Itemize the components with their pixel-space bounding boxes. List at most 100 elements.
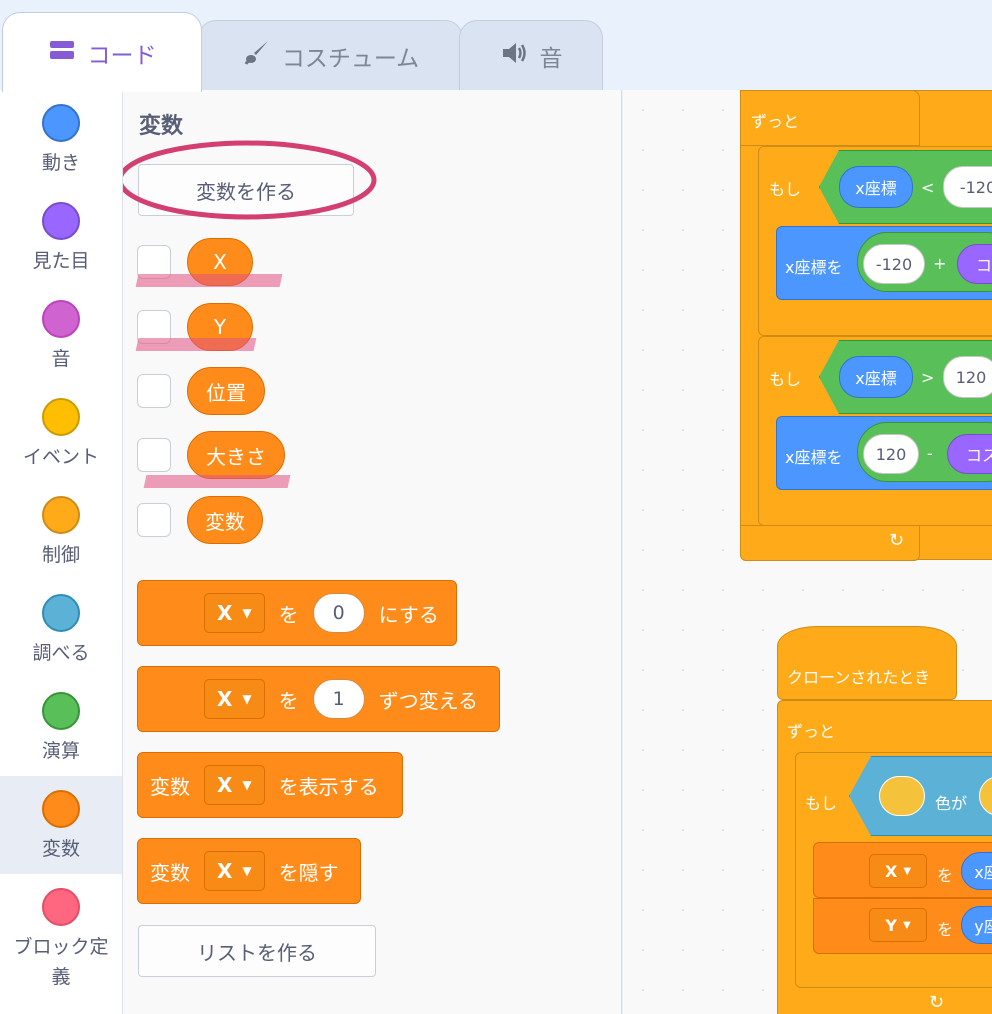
forever-label: ずっと [787,722,836,741]
variable-dropdown[interactable]: X ▼ [204,765,265,805]
category-operators[interactable]: 演算 [0,678,122,776]
operators-dot-icon [42,692,80,730]
loop-arrow-icon: ↻ [929,992,945,1013]
block-text: を [937,920,954,939]
variables-dot-icon [42,790,80,828]
variable-reporter-size[interactable]: 大きさ [187,431,285,479]
caret-down-icon: ▼ [242,864,252,878]
hide-variable-block[interactable]: 変数 X ▼ を隠す [137,838,361,904]
category-variables[interactable]: 変数 [0,776,122,874]
costume-reporter[interactable]: コス [957,244,992,284]
block-palette: 変数 変数を作る X Y 位置 大きさ 変数 X ▼ を 0 にする X ▼ を 1… [123,90,622,1014]
looks-dot-icon [42,202,80,240]
category-label: 見た目 [32,250,90,272]
x-position-reporter[interactable]: x座標 [839,356,913,398]
sound-dot-icon [42,300,80,338]
category-label: ブロック定義 [13,936,109,988]
value-input[interactable]: -120 [943,166,992,208]
tab-label: コード [87,42,157,69]
forever-label: ずっと [751,112,800,131]
value-input[interactable]: 120 [863,434,919,474]
value-input[interactable]: 1 [312,679,365,719]
show-variable-block[interactable]: 変数 X ▼ を表示する [137,752,403,818]
variable-reporter-position[interactable]: 位置 [187,367,265,415]
annotation-highlight [135,274,283,287]
category-label: 動き [41,152,80,174]
block-text: にする [378,602,439,627]
value-input[interactable]: 0 [312,593,365,633]
variable-dropdown[interactable]: X ▼ [204,679,265,719]
costume-reporter[interactable]: コス [947,434,992,474]
operator-symbol: + [933,254,947,273]
category-sensing[interactable]: 調べる [0,580,122,678]
block-text: ずつ変える [378,688,479,713]
x-position-reporter[interactable]: x座 [961,852,992,890]
operator-symbol: < [921,178,935,197]
block-text: を [937,866,954,885]
category-label: 演算 [41,740,80,762]
caret-down-icon: ▼ [903,865,912,877]
dropdown-value: Y [885,915,897,935]
category-motion[interactable]: 動き [0,90,122,188]
tab-label: コスチューム [281,45,420,72]
palette-title: 変数 [139,114,184,139]
my-blocks-dot-icon [42,888,80,926]
block-text: を隠す [278,860,339,885]
y-position-reporter[interactable]: y座 [961,906,992,944]
category-label: 制御 [41,544,80,566]
block-text: 変数 [150,774,190,799]
variable-dropdown[interactable]: X ▼ [869,854,927,888]
hat-label: クローンされたとき [787,668,931,687]
dropdown-value: X [884,861,898,881]
tab-sounds[interactable]: 音 [459,20,603,90]
variable-checkbox-variable[interactable] [137,503,171,537]
brush-icon [242,38,272,74]
if-label: もし [769,180,802,199]
block-text: 色が [935,794,968,813]
x-position-reporter[interactable]: x座標 [839,166,913,208]
category-sound[interactable]: 音 [0,286,122,384]
dropdown-value: X [217,859,233,883]
set-variable-block[interactable]: X ▼ を 0 にする [137,580,457,646]
category-looks[interactable]: 見た目 [0,188,122,286]
caret-down-icon: ▼ [242,778,252,792]
sensing-dot-icon [42,594,80,632]
block-text: 変数 [150,860,190,885]
code-area[interactable]: ずっと ↻ もし x座標 < -120 x座標を -120 + コス もし x座… [623,90,992,1014]
make-list-button[interactable]: リストを作る [138,925,376,977]
operator-symbol: - [927,444,933,463]
value-input[interactable]: 120 [943,356,992,398]
value-input[interactable]: -120 [863,244,925,284]
variable-reporter-variable[interactable]: 変数 [187,496,263,544]
block-text: を [278,688,299,713]
dropdown-value: X [217,601,233,625]
when-cloned-hat-block[interactable] [777,626,957,700]
category-label: 音 [51,348,71,370]
category-my-blocks[interactable]: ブロック定義 [0,874,122,994]
tab-label: 音 [539,45,563,72]
variable-checkbox-size[interactable] [137,438,171,472]
annotation-highlight [143,475,291,488]
annotation-ellipse [123,140,377,220]
category-label: 調べる [32,642,90,664]
tab-code[interactable]: コード [2,12,202,92]
speaker-icon [500,40,530,72]
code-icon [48,38,78,68]
events-dot-icon [42,398,80,436]
variable-dropdown[interactable]: Y ▼ [869,908,927,942]
change-variable-block[interactable]: X ▼ を 1 ずつ変える [137,666,500,732]
if-label: もし [769,370,802,389]
variable-dropdown[interactable]: X ▼ [204,851,265,891]
block-text: を [278,602,299,627]
variable-dropdown[interactable]: X ▼ [204,593,265,633]
category-control[interactable]: 制御 [0,482,122,580]
category-events[interactable]: イベント [0,384,122,482]
variable-checkbox-position[interactable] [137,374,171,408]
tab-costumes[interactable]: コスチューム [198,20,463,90]
category-label: イベント [22,446,99,468]
category-label: 変数 [41,838,80,860]
color-swatch[interactable] [879,776,925,816]
caret-down-icon: ▼ [242,692,252,706]
loop-arrow-icon: ↻ [889,530,905,551]
dropdown-value: X [217,773,233,797]
